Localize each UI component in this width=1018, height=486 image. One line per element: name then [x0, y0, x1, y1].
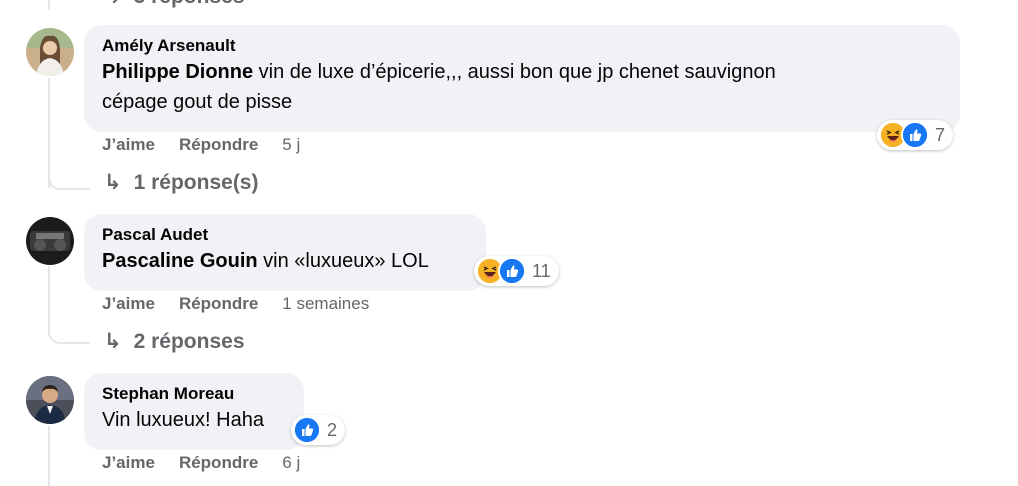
like-button[interactable]: J’aime	[102, 135, 155, 155]
comment-text-body: vin «luxueux» LOL	[257, 250, 429, 272]
reaction-summary[interactable]: 11	[474, 256, 559, 286]
reply-arrow-icon: ↳	[104, 330, 122, 353]
reply-button[interactable]: Répondre	[179, 135, 258, 155]
comment-bubble: Pascal Audet Pascaline Gouin vin «luxueu…	[84, 214, 486, 291]
comment-actions: J’aime Répondre 1 semaines	[102, 294, 369, 314]
reaction-summary[interactable]: 2	[291, 415, 346, 445]
comment-bubble: Amély Arsenault Philippe Dionne vin de l…	[84, 25, 960, 132]
comment-author[interactable]: Stephan Moreau	[102, 383, 286, 405]
comment-text: Philippe Dionne vin de luxe d’épicerie,,…	[102, 57, 942, 87]
comment-text: Pascaline Gouin vin «luxueux» LOL	[102, 246, 468, 276]
reply-arrow-icon: ↳	[104, 0, 122, 9]
view-replies-link[interactable]: ↳ 3 réponses	[104, 0, 245, 9]
reply-button[interactable]: Répondre	[179, 294, 258, 314]
thread-line	[48, 266, 50, 336]
comment-text: Vin luxueux! Haha	[102, 409, 264, 431]
comment-author[interactable]: Pascal Audet	[102, 224, 468, 246]
reply-arrow-icon: ↳	[104, 171, 122, 194]
comment-timestamp[interactable]: 1 semaines	[282, 294, 369, 314]
view-replies-link[interactable]: ↳ 2 réponses	[104, 329, 245, 354]
avatar[interactable]	[26, 376, 74, 424]
thread-connector	[48, 176, 90, 190]
like-icon	[901, 121, 929, 149]
comment-timestamp[interactable]: 5 j	[282, 135, 300, 155]
thread-connector	[48, 330, 90, 344]
replies-label: 2 réponses	[133, 329, 245, 353]
like-button[interactable]: J’aime	[102, 294, 155, 314]
reaction-count: 2	[327, 419, 338, 440]
like-button[interactable]: J’aime	[102, 453, 155, 473]
thread-line	[48, 78, 50, 188]
reaction-count: 11	[532, 260, 551, 281]
reply-button[interactable]: Répondre	[179, 453, 258, 473]
thread-line	[48, 0, 50, 10]
thread-line	[48, 426, 50, 486]
reaction-summary[interactable]: 7	[877, 120, 954, 150]
avatar[interactable]	[26, 217, 74, 265]
like-icon	[498, 257, 526, 285]
reaction-count: 7	[935, 124, 946, 145]
comment-text-line1: vin de luxe d’épicerie,,, aussi bon que …	[253, 61, 776, 83]
avatar[interactable]	[26, 28, 74, 76]
comment-actions: J’aime Répondre 5 j	[102, 135, 300, 155]
like-icon	[293, 416, 321, 444]
mention-link[interactable]: Philippe Dionne	[102, 61, 253, 83]
replies-label: 3 réponses	[134, 0, 245, 9]
view-replies-link[interactable]: ↳ 1 réponse(s)	[104, 170, 258, 195]
comment-author[interactable]: Amély Arsenault	[102, 35, 942, 57]
comment-timestamp[interactable]: 6 j	[282, 453, 300, 473]
comment-actions: J’aime Répondre 6 j	[102, 453, 300, 473]
comment-text-line2: cépage gout de pisse	[102, 91, 293, 113]
mention-link[interactable]: Pascaline Gouin	[102, 250, 258, 272]
comment-bubble: Stephan Moreau Vin luxueux! Haha	[84, 373, 304, 450]
replies-label: 1 réponse(s)	[133, 170, 259, 194]
